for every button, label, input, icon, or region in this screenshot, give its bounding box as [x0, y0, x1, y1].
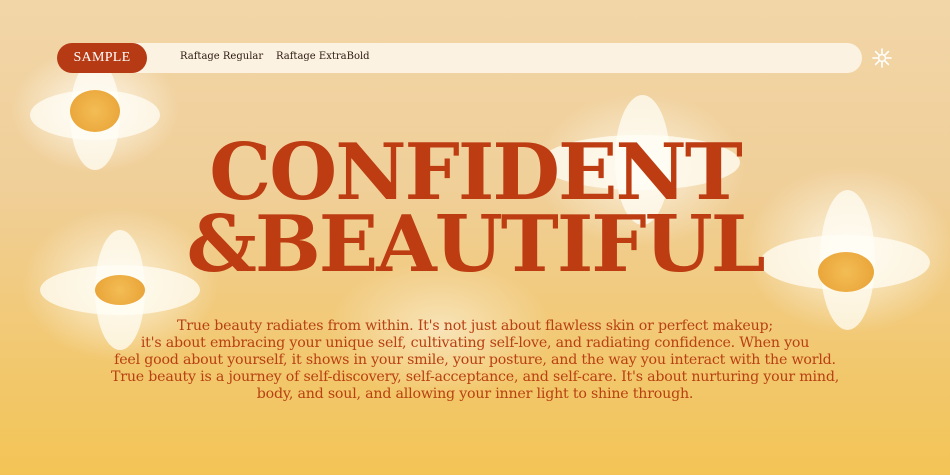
top-nav-bar [57, 43, 862, 73]
sample-button[interactable]: SAMPLE [57, 43, 147, 73]
body-line: feel good about yourself, it shows in yo… [114, 352, 836, 368]
nav-link-raftage-regular[interactable]: Raftage Regular [180, 51, 263, 62]
body-line: True beauty radiates from within. It's n… [177, 318, 773, 334]
body-line: body, and soul, and allowing your inner … [256, 386, 694, 402]
flower-icon[interactable] [872, 48, 892, 68]
body-line: it's about embracing your unique self, c… [140, 335, 810, 351]
nav-link-raftage-extrabold[interactable]: Raftage ExtraBold [276, 51, 370, 62]
body-line: True beauty is a journey of self-discove… [110, 369, 840, 385]
headline-line-2: &BEAUTIFUL [186, 199, 765, 290]
body-paragraph: True beauty radiates from within. It's n… [90, 318, 860, 403]
